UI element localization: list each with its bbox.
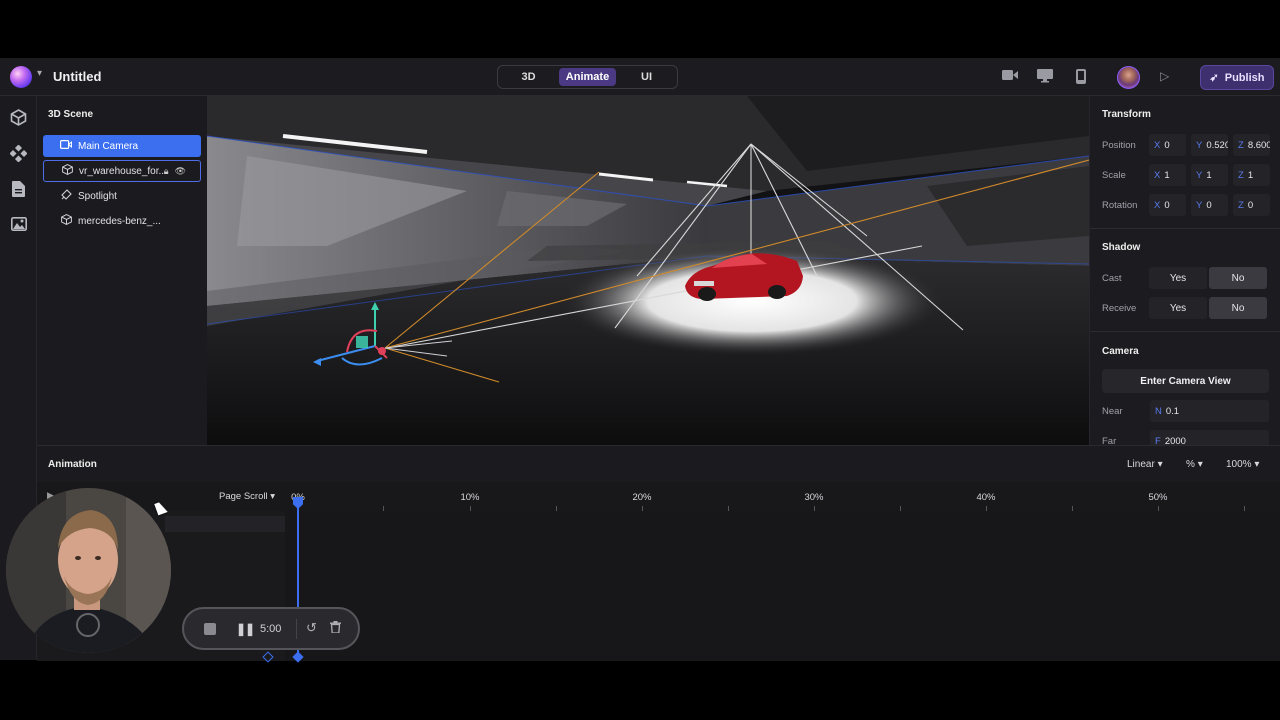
cube-icon xyxy=(61,164,73,178)
chevron-down-icon: ▾ xyxy=(270,491,276,502)
scene-item-vr-warehouse[interactable]: vr_warehouse_for... 🔒︎👁︎ xyxy=(43,160,201,182)
scene-item-label: Main Camera xyxy=(78,140,139,152)
scene-panel: 3D Scene Main Camera vr_warehouse_for...… xyxy=(37,96,207,445)
webcam-overlay xyxy=(6,488,171,653)
scale-label: Scale xyxy=(1102,170,1126,181)
file-icon[interactable] xyxy=(10,181,27,198)
timeline-tracks[interactable] xyxy=(285,511,1280,661)
chevron-down-icon: ▾ xyxy=(1197,459,1203,470)
properties-panel: Transform Position X0 Y 0.520 Z 8.600 Scal… xyxy=(1089,96,1280,445)
divider xyxy=(1090,331,1280,332)
publish-button[interactable]: ➶ Publish xyxy=(1200,65,1274,90)
scene-item-mercedes[interactable]: mercedes-benz_... xyxy=(43,210,201,232)
restart-icon[interactable]: ↺ xyxy=(306,620,317,636)
position-label: Position xyxy=(1102,140,1136,151)
publish-label: Publish xyxy=(1224,71,1265,84)
3d-scene-render xyxy=(207,96,1089,445)
rocket-icon: ➶ xyxy=(1209,72,1219,84)
divider xyxy=(296,619,297,639)
scale-z-field[interactable]: Z1 xyxy=(1233,164,1270,186)
shadow-title: Shadow xyxy=(1102,242,1141,253)
trigger-dropdown[interactable]: Page Scroll ▾ xyxy=(219,491,275,502)
scale-x-field[interactable]: X1 xyxy=(1149,164,1186,186)
rotation-y-field[interactable]: Y0 xyxy=(1191,194,1228,216)
desktop-icon[interactable] xyxy=(1037,69,1053,83)
animation-title: Animation xyxy=(48,459,97,470)
project-title[interactable]: Untitled xyxy=(53,69,101,84)
mode-ui[interactable]: UI xyxy=(618,68,675,86)
divider xyxy=(1090,228,1280,229)
cube-icon xyxy=(60,214,72,228)
enter-camera-view-button[interactable]: Enter Camera View xyxy=(1102,369,1269,393)
unit-dropdown[interactable]: % ▾ xyxy=(1186,459,1203,470)
components-icon[interactable] xyxy=(9,144,28,163)
lock-icon[interactable]: 🔒︎ xyxy=(164,166,175,176)
scene-item-main-camera[interactable]: Main Camera xyxy=(43,135,201,157)
position-z-field[interactable]: Z 8.600 xyxy=(1233,134,1270,156)
scene-item-spotlight[interactable]: Spotlight xyxy=(43,185,201,207)
mode-switcher: 3D Animate UI xyxy=(497,65,678,89)
receive-yes-toggle[interactable]: Yes xyxy=(1149,297,1207,319)
near-label: Near xyxy=(1102,406,1123,417)
recording-timer: 5:00 xyxy=(260,623,282,635)
chevron-down-icon[interactable]: ▾ xyxy=(37,68,42,79)
webcam-video xyxy=(6,488,171,653)
tick-label: 40% xyxy=(976,492,996,503)
video-camera-icon[interactable] xyxy=(1002,69,1018,83)
top-bar: ▾ Untitled 3D Animate UI ▷ ➶ Publish xyxy=(0,58,1280,96)
easing-dropdown[interactable]: Linear ▾ xyxy=(1127,459,1163,470)
recording-controls: ❚❚ 5:00 ↺ xyxy=(182,607,360,650)
far-field[interactable]: F 2000 xyxy=(1150,430,1269,445)
objects-icon[interactable] xyxy=(10,109,27,126)
cast-no-toggle[interactable]: No xyxy=(1209,267,1267,289)
rotation-x-field[interactable]: X0 xyxy=(1149,194,1186,216)
tick-label: 50% xyxy=(1148,492,1168,503)
camera-title: Camera xyxy=(1102,346,1139,357)
eye-icon[interactable]: 👁︎ xyxy=(175,166,192,176)
rotation-z-field[interactable]: Z0 xyxy=(1233,194,1270,216)
app-window: ▾ Untitled 3D Animate UI ▷ ➶ Publish 3D … xyxy=(0,58,1280,663)
mode-3d[interactable]: 3D xyxy=(500,68,557,86)
chevron-down-icon: ▾ xyxy=(1254,459,1260,470)
cast-yes-toggle[interactable]: Yes xyxy=(1149,267,1207,289)
position-y-field[interactable]: Y 0.520 xyxy=(1191,134,1228,156)
trash-icon[interactable] xyxy=(330,621,341,636)
tick-label: 30% xyxy=(804,492,824,503)
mode-animate[interactable]: Animate xyxy=(559,68,616,86)
camera-icon xyxy=(60,140,73,152)
near-field[interactable]: N 0.1 xyxy=(1150,400,1269,422)
pause-icon[interactable]: ❚❚ xyxy=(236,622,255,636)
scene-item-label: mercedes-benz_... xyxy=(78,215,161,227)
mobile-icon[interactable] xyxy=(1073,69,1089,84)
play-icon[interactable]: ▷ xyxy=(1160,69,1169,83)
receive-label: Receive xyxy=(1102,303,1137,314)
image-icon[interactable] xyxy=(10,217,27,234)
tick-label: 10% xyxy=(460,492,480,503)
3d-viewport[interactable] xyxy=(207,96,1089,445)
rotation-label: Rotation xyxy=(1102,200,1138,211)
spotlight-icon xyxy=(60,189,72,203)
transform-title: Transform xyxy=(1102,109,1151,120)
track-row-highlight[interactable] xyxy=(165,516,285,532)
stop-recording-button[interactable] xyxy=(204,623,216,635)
receive-no-toggle[interactable]: No xyxy=(1209,297,1267,319)
scale-y-field[interactable]: Y1 xyxy=(1191,164,1228,186)
cast-label: Cast xyxy=(1102,273,1122,284)
user-avatar[interactable] xyxy=(1117,66,1140,89)
scene-item-label: Spotlight xyxy=(78,190,117,202)
scene-item-label: vr_warehouse_for... xyxy=(79,165,167,177)
tick-label: 20% xyxy=(632,492,652,503)
chevron-down-icon: ▾ xyxy=(1157,459,1163,470)
zoom-dropdown[interactable]: 100% ▾ xyxy=(1226,459,1259,470)
scene-panel-title: 3D Scene xyxy=(48,109,94,120)
position-x-field[interactable]: X0 xyxy=(1149,134,1186,156)
app-logo-icon[interactable] xyxy=(10,66,32,88)
far-label: Far xyxy=(1102,436,1117,445)
